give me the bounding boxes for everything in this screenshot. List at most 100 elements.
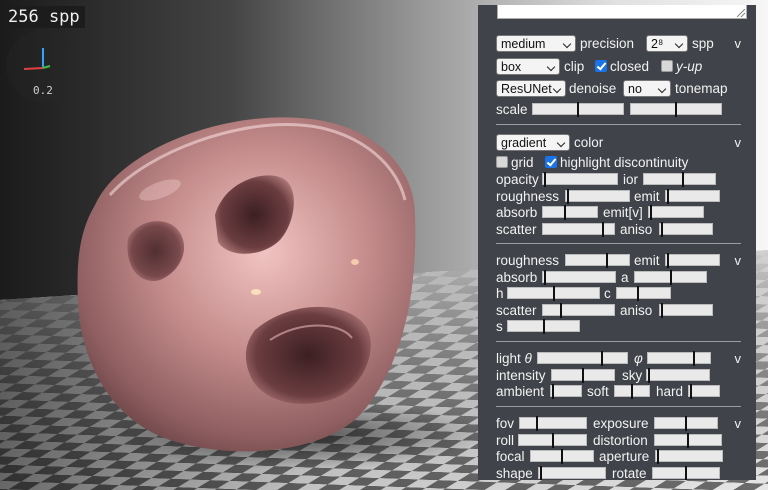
slider-knob[interactable] <box>540 466 542 480</box>
slider-knob[interactable] <box>682 172 684 187</box>
slider-knob[interactable] <box>577 102 579 117</box>
distortion-slider[interactable] <box>654 433 722 448</box>
scale-slider-a[interactable] <box>532 102 624 117</box>
collapse-render-toggle[interactable]: v <box>735 35 742 52</box>
denoise-select-value: ResUNet <box>501 82 552 96</box>
medium-scatter-slider[interactable] <box>542 303 615 318</box>
slider-knob[interactable] <box>667 253 669 268</box>
slider-knob[interactable] <box>685 466 687 480</box>
resize-grip-icon[interactable] <box>737 9 745 17</box>
slider-knob[interactable] <box>544 172 546 187</box>
scatter-label: scatter <box>496 222 537 237</box>
ambient-slider[interactable] <box>550 384 582 399</box>
absorb-slider[interactable] <box>542 205 598 220</box>
h-slider[interactable] <box>507 286 600 301</box>
collapse-material-toggle[interactable]: v <box>735 134 742 151</box>
slider-knob[interactable] <box>690 384 692 399</box>
collapse-light-toggle[interactable]: v <box>735 350 742 367</box>
denoise-select[interactable]: ResUNet <box>496 80 566 97</box>
rotate-slider[interactable] <box>652 466 720 480</box>
slider-knob[interactable] <box>582 368 584 383</box>
slider-knob[interactable] <box>675 102 677 117</box>
slider-knob[interactable] <box>637 286 639 301</box>
slider-knob[interactable] <box>560 303 562 318</box>
s-slider[interactable] <box>507 319 580 334</box>
slider-knob[interactable] <box>606 253 608 268</box>
slider-knob[interactable] <box>650 205 652 220</box>
focal-slider[interactable] <box>530 449 594 464</box>
grid-checkbox[interactable] <box>496 156 508 168</box>
closed-checkbox[interactable] <box>595 60 607 72</box>
medium-absorb-slider[interactable] <box>542 270 616 285</box>
slider-knob[interactable] <box>544 270 546 285</box>
aperture-slider[interactable] <box>655 449 723 464</box>
slider-knob[interactable] <box>631 384 633 399</box>
slider-knob[interactable] <box>552 384 554 399</box>
slider-knob[interactable] <box>661 222 663 237</box>
medium-roughness-slider[interactable] <box>565 253 630 268</box>
color-select[interactable]: gradient <box>496 134 570 151</box>
quality-select[interactable]: medium <box>496 35 576 52</box>
intensity-slider[interactable] <box>551 368 615 383</box>
medium-emit-slider[interactable] <box>665 253 720 268</box>
emit-slider[interactable] <box>665 189 720 204</box>
slider-knob[interactable] <box>657 449 659 464</box>
slider-knob[interactable] <box>553 286 555 301</box>
slider-knob[interactable] <box>602 222 604 237</box>
aniso-slider[interactable] <box>659 222 713 237</box>
collapse-medium-toggle[interactable]: v <box>735 252 742 269</box>
spp-counter: 256 spp <box>3 6 85 28</box>
aperture-label: aperture <box>599 449 650 464</box>
a-label: a <box>621 270 629 285</box>
clip-label: clip <box>564 59 585 74</box>
opacity-slider[interactable] <box>542 172 618 187</box>
scatter-slider[interactable] <box>542 222 615 237</box>
filter-select[interactable]: box <box>496 58 560 75</box>
phi-slider[interactable] <box>647 351 711 366</box>
s-label: s <box>496 319 503 334</box>
highlight-checkbox[interactable] <box>545 156 557 168</box>
a-slider[interactable] <box>634 270 707 285</box>
medium-roughness-label: roughness <box>496 253 560 268</box>
notes-textarea[interactable] <box>497 5 747 19</box>
slider-knob[interactable] <box>667 189 669 204</box>
slider-knob[interactable] <box>564 205 566 220</box>
emitv-slider[interactable] <box>648 205 704 220</box>
slider-knob[interactable] <box>693 351 695 366</box>
yup-checkbox[interactable] <box>661 60 673 72</box>
slider-knob[interactable] <box>670 270 672 285</box>
collapse-camera-toggle[interactable]: v <box>735 415 742 432</box>
slider-knob[interactable] <box>687 433 689 448</box>
color-label: color <box>574 135 604 150</box>
roll-slider[interactable] <box>518 433 587 448</box>
slider-knob[interactable] <box>648 368 650 383</box>
soft-slider[interactable] <box>614 384 650 399</box>
slider-knob[interactable] <box>536 416 538 431</box>
shape-slider[interactable] <box>538 466 606 480</box>
filter-select-value: box <box>501 60 522 74</box>
h-label: h <box>496 286 504 301</box>
precision-label: precision <box>580 36 635 51</box>
ior-slider[interactable] <box>643 172 716 187</box>
slider-knob[interactable] <box>543 319 545 334</box>
slider-knob[interactable] <box>601 351 603 366</box>
slider-knob[interactable] <box>552 433 554 448</box>
yup-label: y-up <box>676 59 703 74</box>
slider-knob[interactable] <box>561 449 563 464</box>
slider-knob[interactable] <box>661 303 663 318</box>
hard-slider[interactable] <box>688 384 720 399</box>
spp-select-value: 2⁸ <box>651 37 664 51</box>
theta-slider[interactable] <box>537 351 628 366</box>
c-slider[interactable] <box>616 286 671 301</box>
medium-absorb-label: absorb <box>496 270 538 285</box>
slider-knob[interactable] <box>685 416 687 431</box>
fov-slider[interactable] <box>519 416 587 431</box>
tonemap-select[interactable]: no <box>623 80 671 97</box>
roughness-slider[interactable] <box>565 189 630 204</box>
medium-aniso-slider[interactable] <box>659 303 713 318</box>
spp-select[interactable]: 2⁸ <box>646 35 688 52</box>
scale-slider-b[interactable] <box>630 102 722 117</box>
sky-slider[interactable] <box>646 368 710 383</box>
slider-knob[interactable] <box>567 189 569 204</box>
exposure-slider[interactable] <box>654 416 718 431</box>
